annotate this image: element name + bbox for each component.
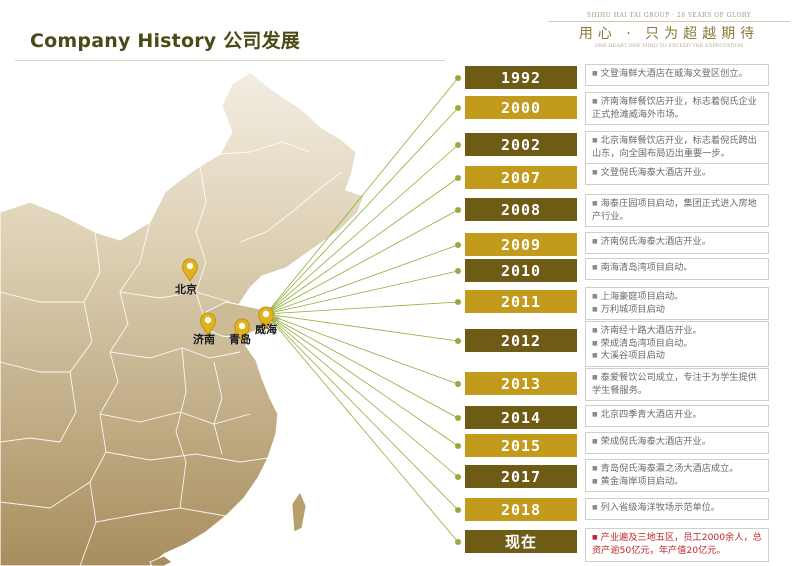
brand-chinese: 用心 · 只为超越期待 xyxy=(578,26,760,42)
connector-dot xyxy=(455,268,461,274)
connector-line xyxy=(265,313,459,419)
timeline-description-9: 泰爱餐饮公司成立，专注于为学生提供学生餐服务。 xyxy=(585,368,769,401)
brand-rule xyxy=(548,21,790,22)
description-line: 列入省级海洋牧场示范单位。 xyxy=(592,502,762,515)
timeline-description-7: 上海豪庭项目启动。万利城项目启动 xyxy=(585,287,769,320)
description-line: 大溪谷项目启动 xyxy=(592,350,762,363)
year-box-4: 2008 xyxy=(465,198,577,221)
description-line: 上海豪庭项目启动。 xyxy=(592,291,762,304)
year-box-7: 2011 xyxy=(465,290,577,313)
description-line: 海泰庄园项目启动，集团正式进入房地产行业。 xyxy=(592,198,762,223)
connector-line xyxy=(265,313,459,478)
description-line: 济南倪氏海泰大酒店开业。 xyxy=(592,236,762,249)
connector-dot xyxy=(455,175,461,181)
brand-subtitle: ONE HEART ONE MIND TO EXCEED THE EXPECTA… xyxy=(594,43,744,49)
connector-dot xyxy=(455,105,461,111)
connector-dot xyxy=(455,142,461,148)
city-label-weihai: 威海 xyxy=(255,323,277,336)
connector-line xyxy=(265,313,459,511)
connector-dot xyxy=(455,75,461,81)
city-label-jinan: 济南 xyxy=(193,333,215,346)
connector-dot xyxy=(455,338,461,344)
page-title: Company History 公司发展 xyxy=(30,30,300,52)
timeline-description-2: 北京海鲜餐饮店开业，标志着倪氏跨出山东，向全国布局迈出重要一步。 xyxy=(585,131,769,164)
timeline-description-14: 产业遍及三地五区，员工2000余人，总资产逾50亿元，年产值20亿元。 xyxy=(585,528,769,562)
year-box-10: 2014 xyxy=(465,406,577,429)
connector-dot xyxy=(455,299,461,305)
description-line: 荣成清岛湾项目启动。 xyxy=(592,338,762,351)
year-box-0: 1992 xyxy=(465,66,577,89)
connector-dot xyxy=(455,507,461,513)
year-box-2: 2002 xyxy=(465,133,577,156)
connector-dot xyxy=(455,242,461,248)
year-box-11: 2015 xyxy=(465,434,577,457)
connector-dot xyxy=(455,474,461,480)
description-line: 万利城项目启动 xyxy=(592,304,762,317)
description-line: 济南海鲜餐饮店开业，标志着倪氏企业正式抢滩威海外市场。 xyxy=(592,96,762,121)
year-box-3: 2007 xyxy=(465,166,577,189)
connector-dot xyxy=(455,207,461,213)
description-line: 南海清岛湾项目启动。 xyxy=(592,262,762,275)
description-line: 济南经十路大酒店开业。 xyxy=(592,325,762,338)
connector-line xyxy=(265,270,459,315)
china-map xyxy=(0,71,459,566)
connector-dot xyxy=(455,381,461,387)
description-line: 荣成倪氏海泰大酒店开业。 xyxy=(592,436,762,449)
description-line: 北京海鲜餐饮店开业，标志着倪氏跨出山东，向全国布局迈出重要一步。 xyxy=(592,135,762,160)
description-line: 文登倪氏海泰大酒店开业。 xyxy=(592,167,762,180)
connector-dot xyxy=(455,539,461,545)
description-line: 青岛倪氏海泰瀛之汤大酒店成立。 xyxy=(592,463,762,476)
year-box-5: 2009 xyxy=(465,233,577,256)
connector-line xyxy=(265,313,459,385)
brand-slogan: SHIHU HAI TAI GROUP · 28 YEARS OF GLORY … xyxy=(548,12,790,52)
timeline-description-10: 北京四季青大酒店开业。 xyxy=(585,405,769,427)
year-box-1: 2000 xyxy=(465,96,577,119)
timeline-description-0: 文登海鲜大酒店在威海文登区创立。 xyxy=(585,64,769,86)
city-label-beijing: 北京 xyxy=(175,283,197,296)
year-box-8: 2012 xyxy=(465,329,577,352)
description-line: 文登海鲜大酒店在威海文登区创立。 xyxy=(592,68,762,81)
year-box-14: 现在 xyxy=(465,530,577,553)
year-box-6: 2010 xyxy=(465,259,577,282)
connector-dot xyxy=(455,415,461,421)
year-box-9: 2013 xyxy=(465,372,577,395)
timeline-description-12: 青岛倪氏海泰瀛之汤大酒店成立。黄金海岸项目启动。 xyxy=(585,459,769,492)
timeline-description-13: 列入省级海洋牧场示范单位。 xyxy=(585,498,769,520)
description-line: 黄金海岸项目启动。 xyxy=(592,476,762,489)
year-box-12: 2017 xyxy=(465,465,577,488)
timeline-description-3: 文登倪氏海泰大酒店开业。 xyxy=(585,163,769,185)
year-box-13: 2018 xyxy=(465,498,577,521)
timeline-description-6: 南海清岛湾项目启动。 xyxy=(585,258,769,280)
connector-dot xyxy=(455,443,461,449)
timeline-description-1: 济南海鲜餐饮店开业，标志着倪氏企业正式抢滩威海外市场。 xyxy=(585,92,769,125)
timeline-description-11: 荣成倪氏海泰大酒店开业。 xyxy=(585,432,769,454)
timeline-description-5: 济南倪氏海泰大酒店开业。 xyxy=(585,232,769,254)
description-line: 北京四季青大酒店开业。 xyxy=(592,409,762,422)
timeline-description-4: 海泰庄园项目启动，集团正式进入房地产行业。 xyxy=(585,194,769,227)
timeline-description-8: 济南经十路大酒店开业。荣成清岛湾项目启动。大溪谷项目启动 xyxy=(585,321,769,367)
connector-line xyxy=(265,313,459,342)
title-divider xyxy=(15,60,445,61)
description-line: 产业遍及三地五区，员工2000余人，总资产逾50亿元，年产值20亿元。 xyxy=(592,532,762,557)
city-label-qingdao: 青岛 xyxy=(229,333,251,346)
brand-english: SHIHU HAI TAI GROUP · 28 YEARS OF GLORY xyxy=(586,12,752,19)
taiwan-island xyxy=(291,491,307,533)
description-line: 泰爱餐饮公司成立，专注于为学生提供学生餐服务。 xyxy=(592,372,762,397)
connector-line xyxy=(265,313,459,447)
